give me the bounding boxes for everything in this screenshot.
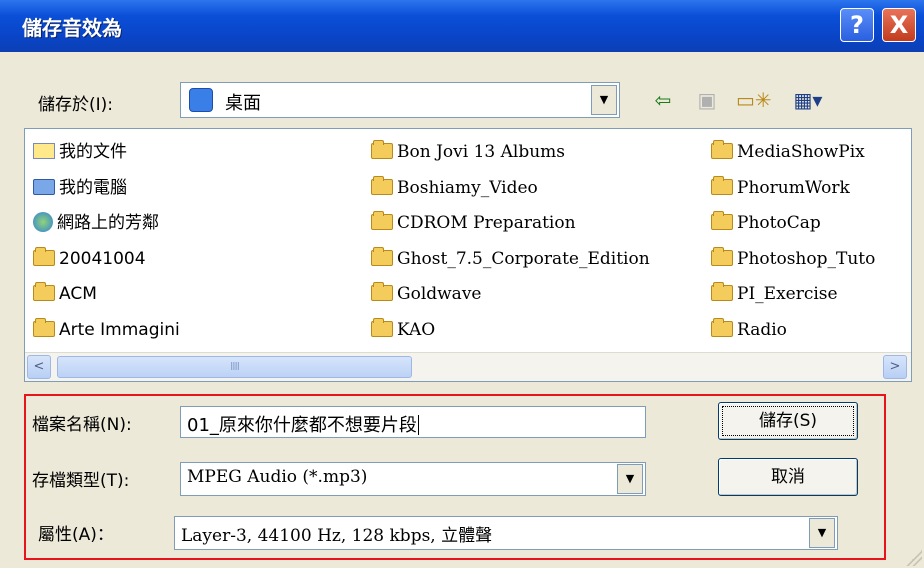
attributes-dropdown-button[interactable]: ▼	[809, 518, 835, 548]
list-item-folder[interactable]: Boshiamy_Video	[371, 171, 650, 207]
list-item-folder[interactable]: KAO	[371, 313, 650, 349]
list-item-label: 我的文件	[59, 142, 127, 162]
scroll-right-button[interactable]: >	[883, 355, 907, 379]
file-column-3: MediaShowPix PhorumWork PhotoCap Photosh…	[711, 135, 875, 348]
view-menu-icon[interactable]: ▦▾	[786, 86, 830, 114]
dialog-title: 儲存音效為	[22, 16, 122, 40]
list-item-label: Ghost_7.5_Corporate_Edition	[397, 248, 650, 269]
folder-icon	[371, 140, 393, 159]
list-item-folder[interactable]: MediaShowPix	[711, 135, 875, 171]
my-documents-icon	[33, 143, 55, 159]
folder-icon	[371, 175, 393, 195]
filename-value: 01_原來你什麼都不想要片段	[187, 411, 419, 437]
back-arrow-icon[interactable]: ⇦	[648, 86, 678, 114]
list-item-label: MediaShowPix	[737, 142, 865, 162]
folder-icon	[711, 140, 733, 159]
list-item-label: Boshiamy_Video	[397, 177, 538, 198]
lookin-combobox[interactable]: 桌面 ▼	[180, 82, 620, 118]
save-button[interactable]: 儲存(S)	[718, 402, 858, 440]
attributes-select[interactable]: Layer-3, 44100 Hz, 128 kbps, 立體聲 ▼	[174, 516, 838, 550]
list-item-label: 20041004	[59, 248, 146, 269]
help-button[interactable]: ?	[840, 8, 874, 42]
scroll-left-button[interactable]: <	[27, 355, 51, 379]
folder-icon	[371, 246, 393, 266]
list-item-folder[interactable]: PhotoCap	[711, 206, 875, 242]
list-item-label: Bon Jovi 13 Albums	[397, 142, 565, 162]
lookin-value: 桌面	[225, 93, 261, 114]
list-item-my-computer[interactable]: 我的電腦	[33, 171, 180, 207]
folder-icon	[371, 317, 393, 337]
filetype-label: 存檔類型(T):	[32, 471, 130, 491]
list-item-folder[interactable]: Arte Immagini	[33, 313, 180, 349]
list-item-folder[interactable]: Radio	[711, 313, 875, 349]
close-button[interactable]: X	[882, 8, 916, 42]
filetype-value: MPEG Audio (*.mp3)	[187, 467, 368, 487]
save-sound-dialog: 儲存音效為 ? X 儲存於(I): 桌面 ▼ ⇦ ▣ ▭✳ ▦▾ 我的文件 我的…	[0, 0, 924, 568]
list-item-label: KAO	[397, 319, 436, 340]
list-item-label: ACM	[59, 284, 97, 304]
list-item-folder[interactable]: Photoshop_Tuto	[711, 242, 875, 278]
list-item-folder[interactable]: ACM	[33, 277, 180, 313]
filename-input[interactable]: 01_原來你什麼都不想要片段	[180, 406, 646, 438]
folder-icon	[33, 317, 55, 337]
list-item-network-places[interactable]: 網路上的芳鄰	[33, 206, 180, 242]
desktop-icon	[189, 88, 213, 112]
file-list[interactable]: 我的文件 我的電腦 網路上的芳鄰 20041004 ACM Arte Immag…	[24, 128, 912, 382]
list-item-label: PI_Exercise	[737, 284, 838, 304]
filename-text: 01_原來你什麼都不想要片段	[187, 415, 417, 436]
text-caret	[417, 415, 419, 435]
file-column-2: Bon Jovi 13 Albums Boshiamy_Video CDROM …	[371, 135, 650, 348]
list-item-folder[interactable]: PI_Exercise	[711, 277, 875, 313]
list-item-label: PhorumWork	[737, 177, 850, 198]
folder-icon	[371, 211, 393, 230]
cancel-button[interactable]: 取消	[718, 458, 858, 496]
list-item-label: Goldwave	[397, 284, 482, 304]
up-folder-icon[interactable]: ▣	[692, 86, 722, 114]
list-item-folder[interactable]: PhorumWork	[711, 171, 875, 207]
list-item-folder[interactable]: Goldwave	[371, 277, 650, 313]
folder-icon	[711, 175, 733, 195]
attributes-label: 屬性(A)：	[38, 525, 114, 545]
folder-icon	[711, 246, 733, 266]
list-item-label: PhotoCap	[737, 213, 821, 233]
folder-icon	[371, 282, 393, 301]
list-item-folder[interactable]: Ghost_7.5_Corporate_Edition	[371, 242, 650, 278]
my-computer-icon	[33, 178, 55, 195]
file-column-1: 我的文件 我的電腦 網路上的芳鄰 20041004 ACM Arte Immag…	[33, 135, 180, 348]
list-item-label: CDROM Preparation	[397, 213, 576, 233]
scrollbar-thumb[interactable]: IIII	[57, 356, 412, 378]
folder-icon	[711, 211, 733, 230]
horizontal-scrollbar[interactable]: < IIII >	[25, 352, 911, 381]
folder-icon	[33, 282, 55, 301]
lookin-dropdown-button[interactable]: ▼	[591, 85, 617, 115]
list-item-folder[interactable]: Bon Jovi 13 Albums	[371, 135, 650, 171]
attributes-value: Layer-3, 44100 Hz, 128 kbps, 立體聲	[181, 526, 493, 546]
list-item-label: 我的電腦	[59, 177, 127, 198]
folder-icon	[33, 246, 55, 266]
filetype-select[interactable]: MPEG Audio (*.mp3) ▼	[180, 462, 646, 496]
filename-label: 檔案名稱(N):	[32, 415, 132, 435]
filetype-dropdown-button[interactable]: ▼	[617, 464, 643, 494]
lookin-label: 儲存於(I):	[38, 95, 114, 115]
list-item-label: 網路上的芳鄰	[57, 213, 159, 233]
list-item-folder[interactable]: CDROM Preparation	[371, 206, 650, 242]
folder-icon	[711, 282, 733, 301]
list-item-label: Radio	[737, 319, 787, 340]
resize-grip[interactable]	[906, 550, 922, 566]
network-places-icon	[33, 212, 53, 232]
list-item-label: Arte Immagini	[59, 319, 180, 340]
list-item-folder[interactable]: 20041004	[33, 242, 180, 278]
title-bar[interactable]: 儲存音效為 ? X	[0, 0, 924, 52]
list-item-my-documents[interactable]: 我的文件	[33, 135, 180, 171]
folder-icon	[711, 317, 733, 337]
list-item-label: Photoshop_Tuto	[737, 248, 876, 269]
new-folder-icon[interactable]: ▭✳	[736, 86, 772, 114]
